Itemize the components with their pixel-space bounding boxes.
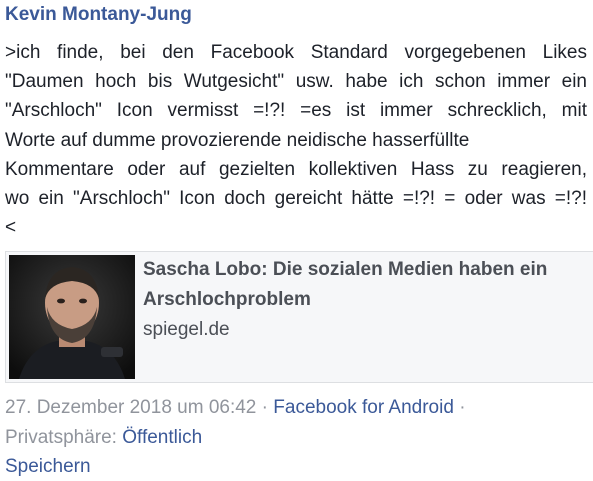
post-author-link[interactable]: Kevin Montany-Jung: [5, 4, 192, 26]
post-text-line: Kommentare oder auf gezielten kollektive…: [5, 158, 587, 180]
link-card-text: Sascha Lobo: Die sozialen Medien haben e…: [138, 252, 593, 382]
post-text-line: wo ein "Arschloch" Icon doch gereicht hä…: [5, 188, 587, 210]
save-link[interactable]: Speichern: [5, 453, 91, 481]
link-domain: spiegel.de: [143, 319, 230, 340]
link-preview-card[interactable]: Sascha Lobo: Die sozialen Medien haben e…: [5, 251, 593, 383]
post-text-line: "Arschloch" Icon vermisst =!?! =es ist i…: [5, 100, 587, 122]
post-text-line: >ich finde, bei den Facebook Standard vo…: [5, 42, 587, 63]
post-meta: 27. Dezember 2018 um 06:42 · Facebook fo…: [5, 393, 593, 453]
link-title[interactable]: Sascha Lobo: Die sozialen Medien haben e…: [143, 255, 593, 315]
privacy-label: Privatsphäre:: [5, 427, 117, 448]
link-thumbnail-image: [9, 255, 135, 379]
post-text-line: "Daumen hoch bis Wutgesicht" usw. habe i…: [5, 71, 587, 93]
post-text-line: <: [5, 217, 17, 239]
meta-separator: ·: [459, 397, 466, 418]
post-timestamp[interactable]: 27. Dezember 2018 um 06:42: [5, 397, 256, 418]
post-body: >ich finde, bei den Facebook Standard vo…: [5, 38, 587, 242]
post-text-line: Worte auf dumme provozierende neidische …: [5, 129, 470, 151]
privacy-value-link[interactable]: Öffentlich: [122, 427, 202, 448]
meta-separator: ·: [261, 397, 268, 418]
facebook-post: Kevin Montany-Jung >ich finde, bei den F…: [0, 0, 593, 477]
post-source-app-link[interactable]: Facebook for Android: [273, 397, 454, 418]
